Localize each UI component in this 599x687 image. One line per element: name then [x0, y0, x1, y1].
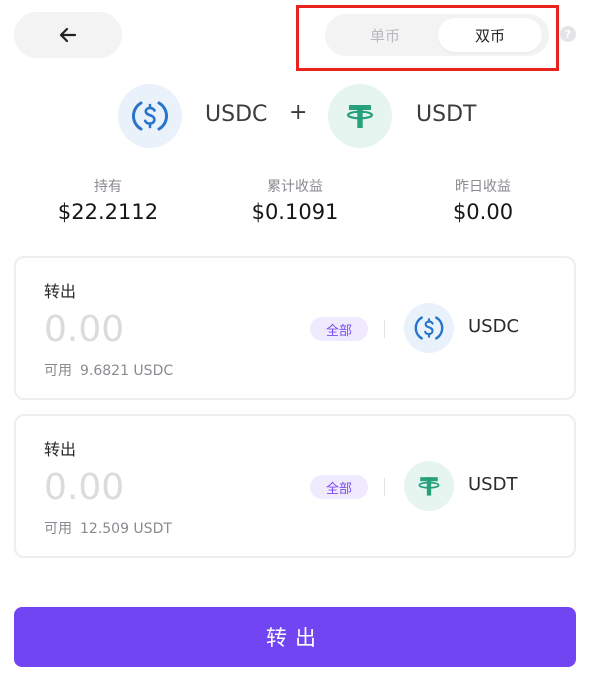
all-button-usdt[interactable]: 全部: [310, 475, 368, 499]
back-button[interactable]: [14, 12, 122, 58]
usdc-icon[interactable]: [404, 303, 454, 353]
stat-value: $0.00: [452, 200, 514, 224]
stat-value: $22.2112: [57, 200, 159, 224]
stat-yesterday-earnings: 昨日收益 $0.00: [408, 176, 558, 224]
coin-pair: USDC + USDT: [0, 84, 599, 148]
transfer-out-button[interactable]: 转出: [14, 607, 576, 667]
divider: [384, 320, 385, 338]
card-title: 转出: [44, 282, 77, 301]
pair-coin-b-label: USDT: [416, 102, 477, 127]
stat-cumulative-earnings: 累计收益 $0.1091: [220, 176, 370, 224]
toggle-dual-coin[interactable]: 双币: [438, 18, 542, 52]
stat-holding: 持有 $22.2112: [33, 176, 183, 224]
available-label: 可用: [44, 363, 72, 379]
arrow-left-icon: [59, 27, 77, 43]
coin-name-usdt[interactable]: USDT: [468, 474, 517, 495]
usdt-icon: [328, 84, 392, 148]
card-title: 转出: [44, 440, 77, 459]
toggle-single-coin[interactable]: 单币: [333, 18, 437, 52]
stat-label: 累计收益: [267, 179, 323, 195]
transfer-card-usdt: 转出 全部 USDT 可用 12.509 USDT: [14, 414, 576, 558]
usdt-icon[interactable]: [404, 461, 454, 511]
available-balance-usdc: 可用 9.6821 USDC: [44, 360, 181, 380]
pair-coin-a-label: USDC: [205, 102, 268, 127]
available-balance-usdt: 可用 12.509 USDT: [44, 518, 180, 538]
stat-label: 持有: [94, 179, 122, 195]
amount-input-usdc[interactable]: [44, 305, 294, 353]
coin-mode-toggle[interactable]: 单币 双币: [325, 14, 549, 56]
transfer-card-usdc: 转出 全部 USDC 可用 9.6821 USDC: [14, 256, 576, 400]
question-circle-icon[interactable]: ?: [560, 26, 576, 42]
available-label: 可用: [44, 521, 72, 537]
coin-name-usdc[interactable]: USDC: [468, 316, 519, 337]
available-value: 12.509 USDT: [80, 521, 172, 537]
available-value: 9.6821 USDC: [80, 363, 174, 379]
divider: [384, 478, 385, 496]
usdc-icon: [118, 84, 182, 148]
amount-input-usdt[interactable]: [44, 463, 294, 511]
stat-label: 昨日收益: [455, 179, 511, 195]
all-button-usdc[interactable]: 全部: [310, 317, 368, 341]
stat-value: $0.1091: [251, 200, 339, 224]
pair-plus-sign: +: [289, 100, 308, 125]
